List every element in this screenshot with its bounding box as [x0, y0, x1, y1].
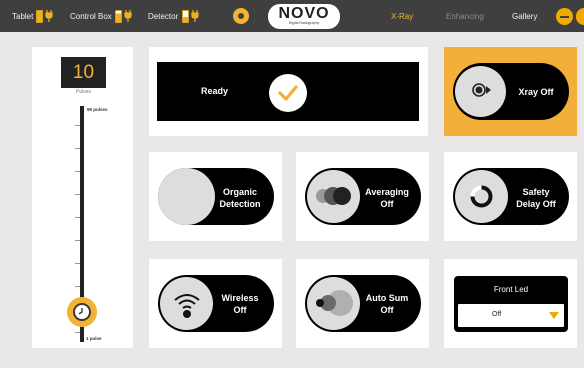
autosum-icon	[316, 290, 353, 316]
ready-label: Ready	[201, 86, 229, 96]
minimize-icon	[560, 16, 569, 18]
slider-tick	[75, 217, 80, 218]
averaging-icon	[316, 187, 351, 205]
battery-icon	[36, 9, 44, 23]
tab-xray[interactable]: X-Ray	[391, 0, 413, 32]
safety-label-line2: Delay Off	[516, 199, 556, 209]
tablet-label: Tablet	[12, 11, 34, 21]
timer-ring-icon	[470, 185, 493, 208]
control-box-status: Control Box	[70, 0, 132, 32]
slider-tick	[75, 263, 80, 264]
logo-subtitle: Digital Radiography	[288, 21, 320, 25]
wireless-label-line2: Off	[233, 305, 247, 315]
top-bar: Tablet Control Box Detector NOVO Digital…	[0, 0, 584, 32]
averaging-label-line2: Off	[380, 199, 394, 209]
tablet-status: Tablet	[12, 0, 53, 32]
xray-source-icon	[472, 83, 491, 97]
front-led-value: Off	[492, 311, 502, 318]
control-box-label: Control Box	[70, 11, 112, 21]
slider-tick	[75, 194, 80, 195]
battery-icon	[182, 9, 190, 23]
slider-tick	[75, 240, 80, 241]
slider-min-label: 1 pulse	[86, 336, 102, 341]
window-button[interactable]	[576, 8, 584, 25]
front-led-title: Front Led	[493, 285, 529, 294]
slider-tick	[75, 332, 80, 333]
xray-label: Xray Off	[518, 87, 554, 97]
averaging-label: Averaging Off	[361, 186, 413, 210]
slider-tick	[75, 171, 80, 172]
check-icon	[269, 74, 307, 112]
autosum-label: Auto Sum Off	[361, 292, 413, 316]
logo-title: NOVO	[278, 5, 330, 22]
slider-tick	[75, 286, 80, 287]
wireless-label: Wireless Off	[214, 292, 266, 316]
detector-status: Detector	[148, 0, 199, 32]
safety-label: Safety Delay Off	[509, 186, 563, 210]
battery-charging-icon	[114, 9, 122, 23]
slider-tick	[75, 148, 80, 149]
tab-gallery[interactable]: Gallery	[512, 0, 537, 32]
minimize-button[interactable]	[556, 8, 573, 25]
wifi-icon	[174, 294, 200, 318]
autosum-label-line1: Auto Sum	[365, 293, 409, 303]
wireless-label-line1: Wireless	[221, 293, 259, 303]
disc-icon[interactable]	[233, 8, 249, 24]
autosum-label-line2: Off	[380, 305, 394, 315]
pulses-label: Pulses	[75, 89, 91, 95]
pulses-value: 10	[61, 57, 106, 88]
slider-max-label: 99 pulses	[87, 107, 108, 112]
organic-label: Organic Detection	[214, 186, 266, 210]
organic-label-line1: Organic	[222, 187, 257, 197]
slider-tick	[75, 125, 80, 126]
organic-label-line2: Detection	[219, 199, 261, 209]
safety-label-line1: Safety	[522, 187, 550, 197]
plug-icon	[124, 10, 132, 22]
detector-label: Detector	[148, 11, 179, 21]
chevron-down-icon[interactable]	[549, 312, 559, 319]
tab-enhancing[interactable]: Enhancing	[446, 0, 484, 32]
timer-icon	[73, 303, 91, 321]
plug-icon	[191, 10, 199, 22]
averaging-label-line1: Averaging	[365, 187, 409, 197]
pulses-slider-handle[interactable]	[67, 297, 97, 327]
novo-logo: NOVO Digital Radiography	[268, 4, 340, 29]
organic-toggle-knob	[158, 168, 215, 225]
plug-icon	[45, 10, 53, 22]
